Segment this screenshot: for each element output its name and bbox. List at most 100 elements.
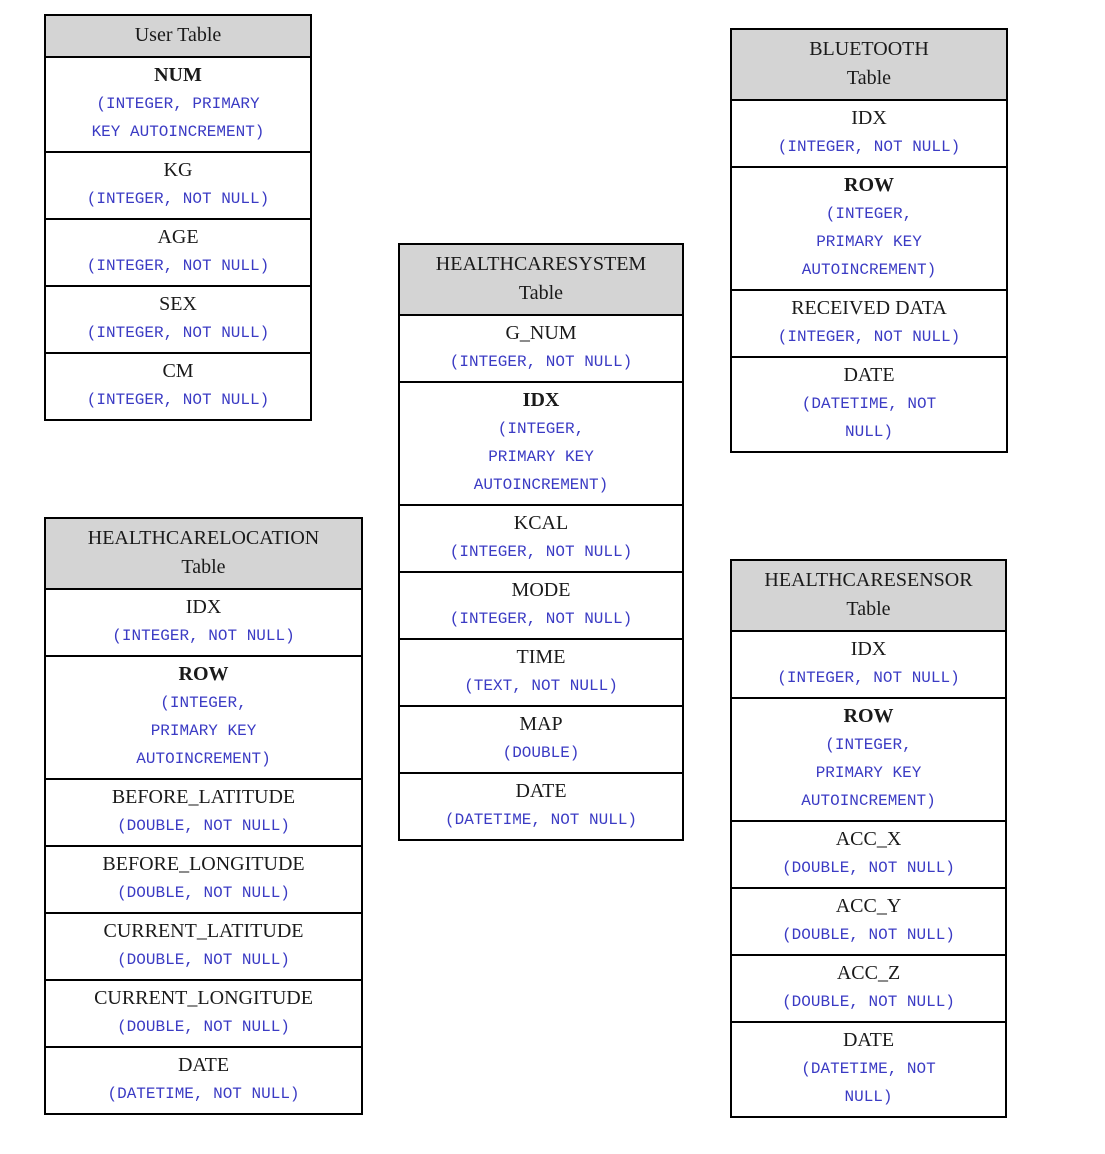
field-row: IDX (INTEGER, NOT NULL): [46, 590, 361, 657]
field-row: SEX (INTEGER, NOT NULL): [46, 287, 310, 354]
field-type-line: (DOUBLE, NOT NULL): [117, 951, 290, 969]
field-type-line: (INTEGER, NOT NULL): [86, 391, 270, 409]
field-type: (INTEGER, NOT NULL): [48, 185, 308, 213]
table-box-user: User Table NUM (INTEGER, PRIMARY KEY AUTOIN…: [44, 14, 312, 421]
table-box-bluetooth: BLUETOOTH Table IDX (INTEGER, NOT NULL) ROW (…: [730, 28, 1008, 453]
field-type: (INTEGER, NOT NULL): [48, 252, 308, 280]
field-type-line: (DOUBLE, NOT NULL): [117, 1018, 290, 1036]
table-title-healthcaresystem: HEALTHCARESYSTEM Table: [400, 245, 682, 316]
field-row: DATE (DATETIME, NOT NULL): [732, 1023, 1005, 1116]
field-type-line: (INTEGER, NOT NULL): [777, 669, 960, 687]
field-type: (INTEGER, NOT NULL): [402, 538, 680, 566]
field-type-line: (DATETIME, NOT NULL): [444, 811, 638, 829]
field-name: IDX: [851, 107, 887, 129]
field-type-line: (INTEGER,: [825, 205, 913, 223]
field-type: (INTEGER, NOT NULL): [402, 605, 680, 633]
field-name: IDX: [185, 596, 222, 618]
field-type: (INTEGER, PRIMARY KEY AUTOINCREMENT): [402, 415, 680, 499]
field-type-line: KEY AUTOINCREMENT): [91, 123, 265, 141]
field-type: (DATETIME, NOT NULL): [48, 1080, 359, 1108]
field-type: (DATETIME, NOT NULL): [734, 1055, 1003, 1111]
field-type: (INTEGER, NOT NULL): [48, 622, 359, 650]
field-type: (DOUBLE, NOT NULL): [48, 946, 359, 974]
field-row: NUM (INTEGER, PRIMARY KEY AUTOINCREMENT): [46, 58, 310, 153]
field-row: IDX (INTEGER, NOT NULL): [732, 101, 1006, 168]
field-name: DATE: [842, 1029, 895, 1051]
field-type: (INTEGER, NOT NULL): [734, 323, 1004, 351]
table-title-line: Table: [181, 556, 226, 578]
field-name: AGE: [157, 226, 199, 248]
field-type-line: AUTOINCREMENT): [136, 750, 271, 768]
field-type-line: (DOUBLE, NOT NULL): [782, 859, 955, 877]
field-name: G_NUM: [505, 322, 577, 344]
field-type-line: (INTEGER,: [825, 736, 912, 754]
field-type-line: (DATETIME, NOT NULL): [107, 1085, 300, 1103]
field-type: (INTEGER, NOT NULL): [402, 348, 680, 376]
field-name: DATE: [843, 364, 895, 386]
field-type: (DOUBLE, NOT NULL): [48, 879, 359, 907]
table-title-line: User Table: [134, 24, 222, 46]
field-type-line: (DOUBLE, NOT NULL): [782, 993, 955, 1011]
table-title-user: User Table: [46, 16, 310, 58]
field-name: MAP: [519, 713, 563, 735]
field-type-line: (TEXT, NOT NULL): [464, 677, 618, 695]
field-type-line: (DATETIME, NOT: [801, 395, 937, 413]
field-type-line: (INTEGER, NOT NULL): [449, 610, 633, 628]
field-name: BEFORE_LONGITUDE: [102, 853, 305, 875]
table-title-line: Table: [518, 282, 564, 304]
field-type-line: AUTOINCREMENT): [801, 792, 936, 810]
field-type: (INTEGER, PRIMARY KEY AUTOINCREMENT): [48, 689, 359, 773]
table-title-line: Table: [846, 67, 892, 89]
field-type-line: AUTOINCREMENT): [473, 476, 609, 494]
field-name: DATE: [177, 1054, 230, 1076]
field-name: ACC_Z: [836, 962, 901, 984]
field-type-line: (DOUBLE, NOT NULL): [117, 884, 290, 902]
field-row: BEFORE_LONGITUDE (DOUBLE, NOT NULL): [46, 847, 361, 914]
field-type-line: (INTEGER, NOT NULL): [86, 257, 270, 275]
field-name: NUM: [154, 64, 202, 86]
field-name: RECEIVED DATA: [791, 297, 947, 319]
field-row: ROW (INTEGER, PRIMARY KEY AUTOINCREMENT): [732, 699, 1005, 822]
field-type-line: (INTEGER, NOT NULL): [112, 627, 295, 645]
field-type: (DOUBLE, NOT NULL): [48, 1013, 359, 1041]
field-row: DATE (DATETIME, NOT NULL): [46, 1048, 361, 1113]
field-type-line: (INTEGER, NOT NULL): [449, 353, 633, 371]
field-type: (INTEGER, PRIMARY KEY AUTOINCREMENT): [734, 200, 1004, 284]
field-name: ACC_X: [835, 828, 902, 850]
field-name: CURRENT_LONGITUDE: [94, 987, 313, 1009]
field-name: IDX: [850, 638, 887, 660]
field-name: ROW: [178, 663, 229, 685]
field-type-line: PRIMARY KEY: [816, 233, 922, 251]
field-type: (DATETIME, NOT NULL): [402, 806, 680, 834]
field-row: DATE (DATETIME, NOT NULL): [732, 358, 1006, 451]
field-type: (INTEGER, NOT NULL): [734, 664, 1003, 692]
table-title-line: HEALTHCARESYSTEM: [435, 253, 647, 275]
field-row: G_NUM (INTEGER, NOT NULL): [400, 316, 682, 383]
field-type-line: PRIMARY KEY: [150, 722, 257, 740]
field-name: KCAL: [513, 512, 569, 534]
field-type-line: (INTEGER, NOT NULL): [449, 543, 633, 561]
field-type-line: (INTEGER, PRIMARY: [96, 95, 260, 113]
field-type-line: NULL): [844, 1088, 893, 1106]
field-type: (DATETIME, NOT NULL): [734, 390, 1004, 446]
field-type: (DOUBLE, NOT NULL): [48, 812, 359, 840]
field-type: (INTEGER, NOT NULL): [48, 386, 308, 414]
table-title-bluetooth: BLUETOOTH Table: [732, 30, 1006, 101]
field-type-line: (INTEGER, NOT NULL): [777, 328, 961, 346]
field-row: ACC_Z (DOUBLE, NOT NULL): [732, 956, 1005, 1023]
field-name: CURRENT_LATITUDE: [103, 920, 304, 942]
field-type: (INTEGER, PRIMARY KEY AUTOINCREMENT): [48, 90, 308, 146]
field-row: IDX (INTEGER, PRIMARY KEY AUTOINCREMENT): [400, 383, 682, 506]
field-name: DATE: [515, 780, 567, 802]
field-name: IDX: [522, 389, 560, 411]
field-type: (TEXT, NOT NULL): [402, 672, 680, 700]
field-type-line: (INTEGER,: [160, 694, 247, 712]
field-row: CURRENT_LONGITUDE (DOUBLE, NOT NULL): [46, 981, 361, 1048]
field-row: RECEIVED DATA (INTEGER, NOT NULL): [732, 291, 1006, 358]
field-type-line: (DOUBLE, NOT NULL): [782, 926, 955, 944]
field-name: CM: [162, 360, 194, 382]
field-type-line: (INTEGER,: [497, 420, 585, 438]
table-title-line: HEALTHCARELOCATION: [87, 527, 320, 549]
field-name: ACC_Y: [835, 895, 902, 917]
table-title-healthcarelocation: HEALTHCARELOCATION Table: [46, 519, 361, 590]
